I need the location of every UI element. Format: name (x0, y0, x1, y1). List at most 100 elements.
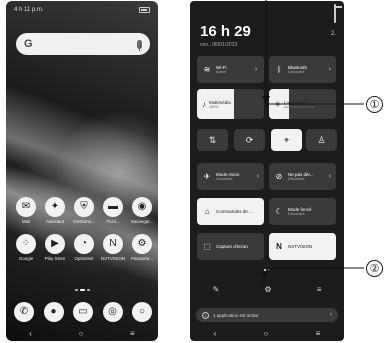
screenshot-icon: ⬚ (203, 242, 211, 251)
edit-icon[interactable]: ✎ (213, 285, 220, 294)
airplane-icon: ✈ (203, 172, 211, 181)
google-search-bar[interactable]: G (16, 33, 150, 55)
chevron-right-icon: › (330, 312, 332, 318)
contacts-icon[interactable]: ● (43, 302, 64, 322)
home-controls-tile[interactable]: ⌂ Commandes de ... (197, 198, 264, 225)
bluetooth-tile[interactable]: ᛒ Bluetooth Désactivé › (269, 56, 336, 83)
airplane-chevron-icon[interactable]: › (257, 173, 259, 180)
dark-mode-tile[interactable]: ☾ Mode foncé Désactivé (269, 198, 336, 225)
music-icon: ♪ (202, 99, 206, 109)
app-label: Assistant (45, 219, 65, 224)
quick-settings-page-indicator (190, 269, 344, 271)
app-grid: ✉ Mail ✦ Assistant ⛨ Gestionn... ▬ Fichi... ◉ Sau… (12, 197, 156, 271)
app-shortcut[interactable]: ⁘ Google (12, 234, 40, 261)
app-shortcut[interactable]: ✦ Assistant (41, 197, 69, 224)
app-shortcut[interactable]: ◔ Optimiser (70, 234, 98, 261)
brightness-value: Automatique 84% (284, 104, 315, 109)
app-label: Google (18, 256, 34, 261)
status-time: 4 h 11 p.m. (14, 7, 44, 13)
bluetooth-chevron-icon[interactable]: › (329, 66, 331, 73)
mail-icon: ✉ (16, 197, 36, 217)
nxtvision-icon: N (103, 234, 123, 254)
auto-rotate-icon[interactable]: ⟳ (234, 129, 265, 151)
app-shortcut[interactable]: ✉ Mail (12, 197, 40, 224)
google-folder-icon: ⁘ (16, 234, 36, 254)
phone-icon[interactable]: ✆ (14, 302, 34, 322)
navigation-bar: ‹ ○ ≡ (190, 327, 344, 339)
app-label: Sauvegar... (130, 219, 154, 224)
play-store-icon: ▶ (45, 234, 65, 254)
location-icon[interactable]: ⌖ (271, 129, 302, 151)
quick-settings-actions: ✎ ⚙ ≡ (190, 285, 344, 294)
dnd-status: Désactivé (288, 177, 305, 181)
wifi-expand-chevron-icon[interactable]: › (248, 56, 264, 83)
back-button[interactable]: ‹ (214, 329, 217, 338)
navigation-bar: ‹ ○ ≡ (6, 327, 158, 339)
clock: 16 h 29 (200, 23, 251, 40)
status-bar (334, 4, 336, 23)
app-label: Mail (21, 219, 31, 224)
wifi-tile[interactable]: ≋ Wi-Fi Activé › (197, 56, 264, 83)
app-label: Fichi... (106, 219, 120, 224)
app-label: Play Store (44, 256, 66, 261)
callout-1: ① (366, 96, 383, 113)
app-shortcut[interactable]: ◉ Sauvegar... (128, 197, 156, 224)
app-label: Gestionn... (73, 219, 95, 224)
do-not-disturb-icon: ⊘ (275, 172, 283, 181)
recents-button[interactable]: ≡ (316, 329, 321, 338)
dnd-chevron-icon[interactable]: › (329, 173, 331, 180)
app-row: ✉ Mail ✦ Assistant ⛨ Gestionn... ▬ Fichi... ◉ Sau… (12, 197, 156, 224)
bluetooth-status: Désactivé (288, 70, 305, 74)
app-shortcut[interactable]: ⚙ Paramètr... (128, 234, 156, 261)
app-row: ⁘ Google ▶ Play Store ◔ Optimiser N NXTVISION ⚙ P… (12, 234, 156, 261)
nxtvision-tile[interactable]: N NXTVISION (269, 233, 336, 260)
chrome-icon[interactable]: ◎ (102, 302, 123, 322)
google-logo-icon: G (24, 38, 33, 50)
active-apps-notification[interactable]: 1 1 application est active › (196, 308, 338, 322)
backup-icon: ◉ (132, 197, 152, 217)
shield-icon: ⛨ (74, 197, 94, 217)
active-apps-count: 1 (202, 311, 209, 319)
app-shortcut[interactable]: ▶ Play Store (41, 234, 69, 261)
app-shortcut[interactable]: ▬ Fichi... (99, 197, 127, 224)
page-indicator (6, 289, 158, 291)
quick-settings-panel: 16 h 29 ven., 06/01/2023 2. ≋ Wi-Fi Acti… (190, 1, 344, 341)
home-icon: ⌂ (204, 207, 210, 216)
dark-mode-status: Désactivé (288, 212, 305, 216)
dark-mode-icon: ☾ (275, 207, 283, 216)
nxtvision-label: NXTVISION (288, 244, 313, 249)
media-volume-value: 100% (209, 104, 219, 109)
date: ven., 06/01/2023 (200, 42, 238, 48)
app-label: Paramètr... (130, 256, 153, 261)
settings-icon[interactable]: ⚙ (264, 285, 271, 294)
microphone-icon[interactable] (137, 39, 142, 51)
messages-icon[interactable]: ▭ (73, 302, 93, 322)
screenshot-label: Capture d'écran (216, 244, 248, 249)
active-apps-text: 1 application est active (213, 312, 259, 318)
home-button[interactable]: ○ (264, 329, 269, 338)
nosim-indicator: 2. (330, 31, 336, 37)
app-shortcut[interactable]: ⛨ Gestionn... (70, 197, 98, 224)
mobile-data-icon[interactable]: ⇅ (197, 129, 228, 151)
do-not-disturb-tile[interactable]: ⊘ Ne pas dér... Désactivé › (269, 163, 336, 190)
settings-icon: ⚙ (132, 234, 152, 254)
camera-icon[interactable]: ○ (132, 302, 152, 322)
media-volume-slider[interactable]: ♪ Multimédia 100% (197, 89, 264, 119)
app-shortcut[interactable]: N NXTVISION (99, 234, 127, 261)
airplane-mode-tile[interactable]: ✈ Mode Avion Désactivé › (197, 163, 264, 190)
sort-icon[interactable]: ≡ (317, 285, 322, 294)
wifi-icon: ≋ (203, 65, 211, 74)
home-button[interactable]: ○ (79, 329, 84, 338)
screenshot-tile[interactable]: ⬚ Capture d'écran (197, 233, 264, 260)
bluetooth-icon: ᛒ (276, 65, 282, 74)
home-screen: 4 h 11 p.m. G ✉ Mail ✦ Assistant ⛨ Gestionn..… (6, 1, 158, 341)
app-label: NXTVISION (100, 256, 126, 261)
battery-icon (139, 7, 150, 13)
flashlight-icon[interactable]: ♙ (306, 129, 337, 151)
battery-icon (334, 4, 336, 23)
brightness-slider[interactable]: ☀ Luminosité Automatique 84% (269, 89, 336, 119)
app-label: Optimiser (74, 256, 94, 261)
recents-button[interactable]: ≡ (130, 329, 135, 338)
assistant-icon: ✦ (45, 197, 65, 217)
back-button[interactable]: ‹ (29, 329, 32, 338)
